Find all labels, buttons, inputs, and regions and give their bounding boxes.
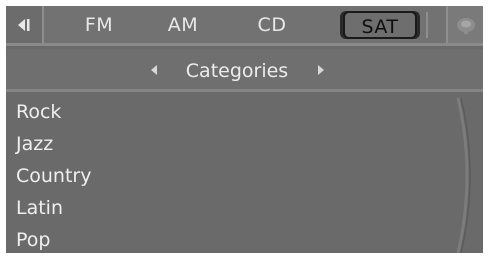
tab-fm[interactable]: FM <box>76 12 122 38</box>
left-arrow-icon <box>151 65 157 75</box>
list-item[interactable]: Latin <box>16 194 63 222</box>
options-icon <box>456 17 475 34</box>
tab-cd[interactable]: CD <box>249 12 295 38</box>
source-bar: FM AM CD SAT <box>6 6 483 46</box>
category-list: Rock Jazz Country Latin Pop <box>6 98 483 253</box>
back-button[interactable] <box>6 6 44 43</box>
tab-divider <box>426 12 428 38</box>
back-arrow-icon <box>18 18 30 31</box>
options-button[interactable] <box>446 6 483 43</box>
list-item[interactable]: Pop <box>16 226 50 253</box>
list-item[interactable]: Jazz <box>16 130 53 158</box>
radio-display: FM AM CD SAT Categories Rock Jazz Countr… <box>6 6 483 253</box>
next-category-button[interactable] <box>314 63 328 77</box>
right-arrow-icon <box>318 65 324 75</box>
tab-am[interactable]: AM <box>158 12 208 38</box>
list-item[interactable]: Country <box>16 162 91 190</box>
tab-sat[interactable]: SAT <box>343 11 417 39</box>
previous-category-button[interactable] <box>147 63 161 77</box>
category-title: Categories <box>185 60 289 82</box>
category-header: Categories <box>6 49 483 92</box>
list-item[interactable]: Rock <box>16 98 61 126</box>
scroll-indicator[interactable] <box>436 98 483 253</box>
